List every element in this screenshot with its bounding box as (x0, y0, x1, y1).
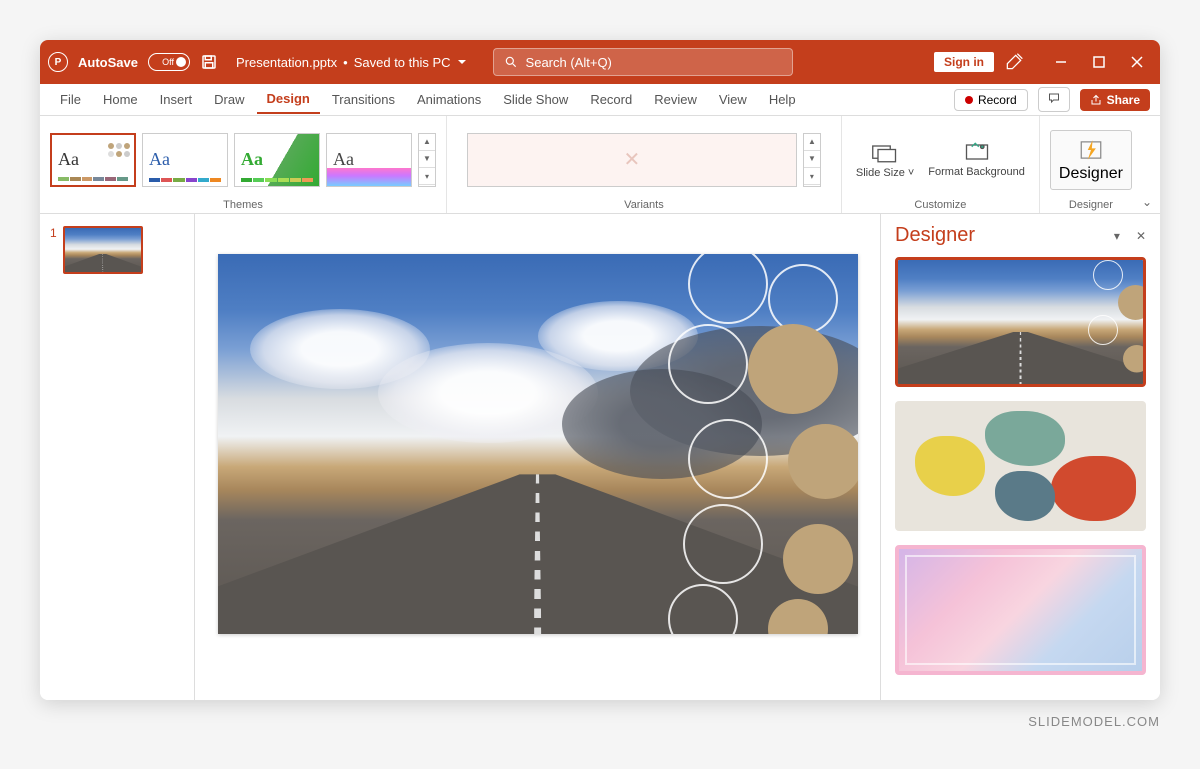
theme-aa-text: Aa (333, 149, 354, 170)
slide-thumbnail-1[interactable]: 1 (50, 226, 184, 274)
expand-icon[interactable]: ▾ (419, 168, 435, 185)
toggle-knob (176, 57, 186, 67)
tab-draw[interactable]: Draw (204, 86, 254, 113)
tab-file[interactable]: File (50, 86, 91, 113)
tab-help[interactable]: Help (759, 86, 806, 113)
theme-thumb-1[interactable]: Aa (50, 133, 136, 187)
slide-canvas-area[interactable] (195, 214, 880, 700)
signin-button[interactable]: Sign in (934, 52, 994, 72)
autosave-state: Off (162, 57, 174, 67)
filename-text: Presentation.pptx (236, 55, 337, 70)
close-button[interactable] (1130, 55, 1144, 69)
slide-canvas[interactable] (218, 254, 858, 634)
workspace: 1 (40, 214, 1160, 700)
slide-number: 1 (50, 226, 57, 274)
tab-slideshow[interactable]: Slide Show (493, 86, 578, 113)
chevron-down-icon[interactable]: ▼ (804, 151, 820, 168)
maximize-button[interactable] (1092, 55, 1106, 69)
themes-gallery-nav[interactable]: ▲ ▼ ▾ (418, 133, 436, 187)
share-button[interactable]: Share (1080, 89, 1150, 111)
designer-group-label: Designer (1069, 197, 1113, 211)
search-placeholder: Search (Alt+Q) (526, 55, 612, 70)
window-controls (1054, 55, 1144, 69)
tab-review[interactable]: Review (644, 86, 707, 113)
record-dot-icon (965, 96, 973, 104)
designer-panel-title: Designer (895, 224, 975, 247)
slide-background-image (218, 254, 858, 634)
slide-size-button[interactable]: Slide Size ˅ (852, 137, 918, 183)
ribbon: Aa Aa Aa Aa ▲ ▼ ▾ (40, 116, 1160, 214)
tab-animations[interactable]: Animations (407, 86, 491, 113)
autosave-label: AutoSave (78, 55, 138, 70)
format-bg-icon (963, 140, 991, 164)
search-icon (504, 55, 518, 69)
variant-thumb[interactable]: ✕ (467, 133, 797, 187)
theme-thumb-4[interactable]: Aa (326, 133, 412, 187)
chevron-down-icon[interactable]: ▼ (419, 151, 435, 168)
theme-aa-text: Aa (149, 149, 170, 170)
watermark: SLIDEMODEL.COM (40, 714, 1160, 729)
panel-close-button[interactable]: ✕ (1136, 229, 1146, 243)
theme-thumb-3[interactable]: Aa (234, 133, 320, 187)
record-button[interactable]: Record (954, 89, 1028, 111)
save-status: Saved to this PC (354, 55, 451, 70)
chevron-up-icon[interactable]: ▲ (804, 134, 820, 151)
variants-gallery-nav[interactable]: ▲ ▼ ▾ (803, 133, 821, 187)
design-suggestion-2[interactable] (895, 401, 1146, 531)
slide-thumbnail-panel: 1 (40, 214, 195, 700)
chevron-up-icon[interactable]: ▲ (419, 134, 435, 151)
minimize-button[interactable] (1054, 55, 1068, 69)
slide-thumb-image (63, 226, 143, 274)
tab-transitions[interactable]: Transitions (322, 86, 405, 113)
autosave-toggle[interactable]: Off (148, 53, 190, 71)
design-suggestion-1[interactable] (895, 257, 1146, 387)
share-label: Share (1107, 93, 1140, 107)
format-bg-label: Format Background (928, 166, 1025, 178)
theme-dots-icon (108, 143, 130, 157)
decorative-circles (678, 254, 858, 634)
search-input[interactable]: Search (Alt+Q) (493, 48, 793, 76)
tab-design[interactable]: Design (257, 85, 320, 114)
pen-icon[interactable] (1004, 52, 1024, 72)
comment-icon (1047, 92, 1061, 104)
theme-aa-text: Aa (241, 149, 263, 170)
tab-record[interactable]: Record (580, 86, 642, 113)
slide-size-icon (871, 141, 899, 165)
designer-panel: Designer ▾ ✕ (880, 214, 1160, 700)
slide-size-label: Slide Size ˅ (856, 167, 914, 179)
expand-icon[interactable]: ▾ (804, 168, 820, 185)
designer-lightning-icon (1078, 137, 1104, 163)
designer-button[interactable]: Designer (1050, 130, 1132, 190)
theme-thumb-2[interactable]: Aa (142, 133, 228, 187)
share-icon (1090, 94, 1102, 106)
chevron-down-icon (457, 57, 467, 67)
designer-panel-header: Designer ▾ ✕ (881, 214, 1160, 257)
tab-view[interactable]: View (709, 86, 757, 113)
record-label: Record (978, 93, 1017, 107)
app-window: P AutoSave Off Presentation.pptx • Saved… (40, 40, 1160, 700)
titlebar: P AutoSave Off Presentation.pptx • Saved… (40, 40, 1160, 84)
designer-suggestions-list[interactable] (881, 257, 1160, 700)
customize-group-label: Customize (914, 197, 966, 211)
save-icon[interactable] (200, 53, 218, 71)
filename-separator: • (343, 55, 348, 70)
theme-aa-text: Aa (58, 149, 79, 170)
app-icon: P (48, 52, 68, 72)
design-suggestion-3[interactable] (895, 545, 1146, 675)
tab-insert[interactable]: Insert (150, 86, 203, 113)
filename-area[interactable]: Presentation.pptx • Saved to this PC (236, 55, 467, 70)
designer-btn-label: Designer (1059, 165, 1123, 183)
ribbon-tabs: File Home Insert Draw Design Transitions… (40, 84, 1160, 116)
panel-options-button[interactable]: ▾ (1114, 229, 1120, 243)
placeholder-x-icon: ✕ (624, 147, 641, 172)
collapse-ribbon-button[interactable]: ⌄ (1142, 195, 1160, 213)
format-background-button[interactable]: Format Background (924, 136, 1029, 182)
variants-group-label: Variants (624, 197, 664, 211)
themes-group-label: Themes (223, 197, 263, 211)
tab-home[interactable]: Home (93, 86, 148, 113)
comments-button[interactable] (1038, 87, 1070, 112)
